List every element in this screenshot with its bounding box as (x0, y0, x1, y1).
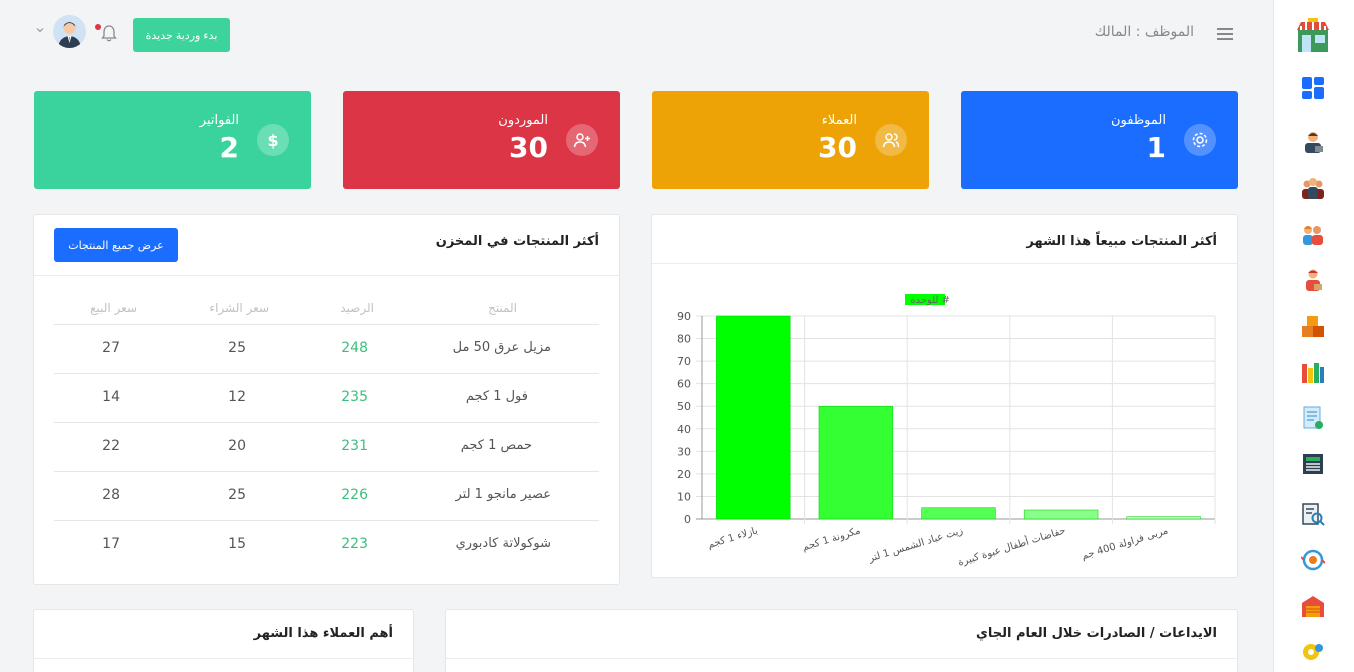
supplier-icon[interactable] (1301, 268, 1325, 292)
clients-icon[interactable] (1301, 222, 1325, 246)
employee-label: الموظف : المالك (1094, 24, 1194, 40)
buy-price: 25 (228, 487, 246, 503)
table-header: المنتج الرصيد سعر الشراء سعر البيع (54, 287, 599, 325)
panel-title: أكثر المنتجات مبيعاً هذا الشهر (1026, 234, 1217, 249)
user-plus-icon (566, 124, 598, 156)
report-icon[interactable] (1301, 502, 1325, 526)
x-tick-label: مربى فراولة 400 جم (1081, 525, 1170, 562)
deposits-panel: الايداعات / الصادرات خلال العام الجاي (445, 609, 1238, 672)
balance-value: 226 (341, 487, 368, 503)
products-icon[interactable] (1301, 360, 1325, 384)
y-tick-label: 50 (677, 400, 691, 413)
sell-price: 28 (102, 487, 120, 503)
sell-price: 14 (102, 389, 120, 405)
balance-value: 223 (341, 536, 368, 552)
column-header: الرصيد (340, 301, 374, 315)
avatar[interactable] (53, 15, 86, 48)
gear-icon (1184, 124, 1216, 156)
dollar-icon: $ (257, 124, 289, 156)
table-row[interactable]: شوكولاتة كادبوري 223 15 17 (54, 521, 599, 570)
buy-price: 25 (228, 340, 246, 356)
boxes-icon[interactable] (1301, 314, 1325, 338)
dashboard-icon[interactable] (1301, 76, 1325, 100)
table-row[interactable]: مزيل عرق 50 مل 248 25 27 (54, 325, 599, 374)
panel-title: الايداعات / الصادرات خلال العام الجاي (976, 626, 1217, 641)
table-row[interactable]: عصير مانجو 1 لتر 226 25 28 (54, 472, 599, 521)
transfer-icon[interactable] (1301, 548, 1325, 572)
sell-price: 27 (102, 340, 120, 356)
stat-value: 1 (1146, 131, 1166, 164)
table-row[interactable]: فول 1 كجم 235 12 14 (54, 374, 599, 423)
product-name: عصير مانجو 1 لتر (455, 487, 551, 502)
buy-price: 20 (228, 438, 246, 454)
stat-card-invoices[interactable]: $ الفواتير 2 (34, 91, 311, 189)
buy-price: 15 (228, 536, 246, 552)
y-tick-label: 80 (677, 333, 691, 346)
stat-label: الموردون (498, 113, 548, 128)
warehouse-icon[interactable] (1301, 594, 1325, 618)
panel-title: أكثر المنتجات في المخزن (435, 234, 599, 249)
y-tick-label: 10 (677, 490, 691, 503)
x-tick-label: زيت عباد الشمس 1 لتر (867, 525, 965, 564)
y-tick-label: 40 (677, 423, 691, 436)
stat-value: 30 (818, 131, 857, 164)
stat-label: العملاء (821, 113, 857, 128)
table-row[interactable]: حمص 1 كجم 231 20 22 (54, 423, 599, 472)
bell-icon[interactable] (101, 24, 117, 42)
column-header: المنتج (488, 301, 517, 315)
stat-card-customers[interactable]: العملاء 30 (652, 91, 929, 189)
sell-price: 22 (102, 438, 120, 454)
product-name: مزيل عرق 50 مل (452, 340, 551, 355)
stat-label: الموظفون (1111, 113, 1166, 128)
chart-bar[interactable] (716, 315, 791, 520)
product-name: فول 1 كجم (465, 389, 528, 404)
chart-bar[interactable] (1023, 509, 1099, 520)
panel-title: أهم العملاء هذا الشهر (253, 626, 393, 641)
y-tick-label: 60 (677, 378, 691, 391)
notification-badge (95, 24, 101, 30)
stat-label: الفواتير (199, 113, 239, 128)
stat-card-suppliers[interactable]: الموردون 30 (343, 91, 620, 189)
product-name: شوكولاتة كادبوري (455, 536, 551, 551)
product-name: حمص 1 كجم (460, 438, 532, 453)
y-tick-label: 90 (677, 310, 691, 323)
balance-value: 248 (341, 340, 368, 356)
view-all-products-button[interactable]: عرض جميع المنتجات (54, 228, 178, 262)
sidebar (1273, 0, 1354, 672)
menu-toggle-icon[interactable] (1217, 28, 1233, 40)
y-tick-label: 20 (677, 468, 691, 481)
store-logo-icon[interactable] (1296, 18, 1330, 54)
best-sellers-panel: أكثر المنتجات مبيعاً هذا الشهر # للوحدة … (651, 214, 1238, 578)
employee-icon[interactable] (1301, 130, 1325, 154)
stock-panel: أكثر المنتجات في المخزن عرض جميع المنتجا… (33, 214, 620, 585)
column-header: سعر البيع (90, 301, 137, 315)
settings-icon[interactable] (1301, 640, 1325, 664)
buy-price: 12 (228, 389, 246, 405)
balance-value: 231 (341, 438, 368, 454)
column-header: سعر الشراء (209, 301, 269, 315)
stat-value: 2 (219, 131, 239, 164)
chart-bar[interactable] (1126, 516, 1201, 520)
bar-chart: # للوحدة 90 80 70 60 50 40 30 20 10 0 بازلاء 1 كجم… (677, 294, 1216, 569)
invoice-icon[interactable] (1301, 406, 1325, 430)
x-tick-label: بازلاء 1 كجم (707, 525, 760, 551)
stat-value: 30 (509, 131, 548, 164)
x-tick-label: حفاضات أطفال عبوة كبيرة (956, 523, 1067, 568)
y-tick-label: 0 (684, 513, 691, 526)
balance-value: 235 (341, 389, 368, 405)
top-customers-panel: أهم العملاء هذا الشهر (33, 609, 414, 672)
x-tick-label: مكرونة 1 كجم (801, 525, 862, 553)
chevron-down-icon[interactable] (35, 25, 45, 35)
start-shift-button[interactable]: بدء وردية جديدة (133, 18, 230, 52)
chart-bar[interactable] (921, 507, 996, 520)
register-icon[interactable] (1301, 452, 1325, 476)
y-tick-label: 70 (677, 355, 691, 368)
group-icon[interactable] (1301, 176, 1325, 200)
sell-price: 17 (102, 536, 120, 552)
y-tick-label: 30 (677, 445, 691, 458)
legend-label: # للوحدة (910, 295, 950, 306)
users-icon (875, 124, 907, 156)
stat-card-employees[interactable]: الموظفون 1 (961, 91, 1238, 189)
chart-bar[interactable] (818, 405, 894, 520)
